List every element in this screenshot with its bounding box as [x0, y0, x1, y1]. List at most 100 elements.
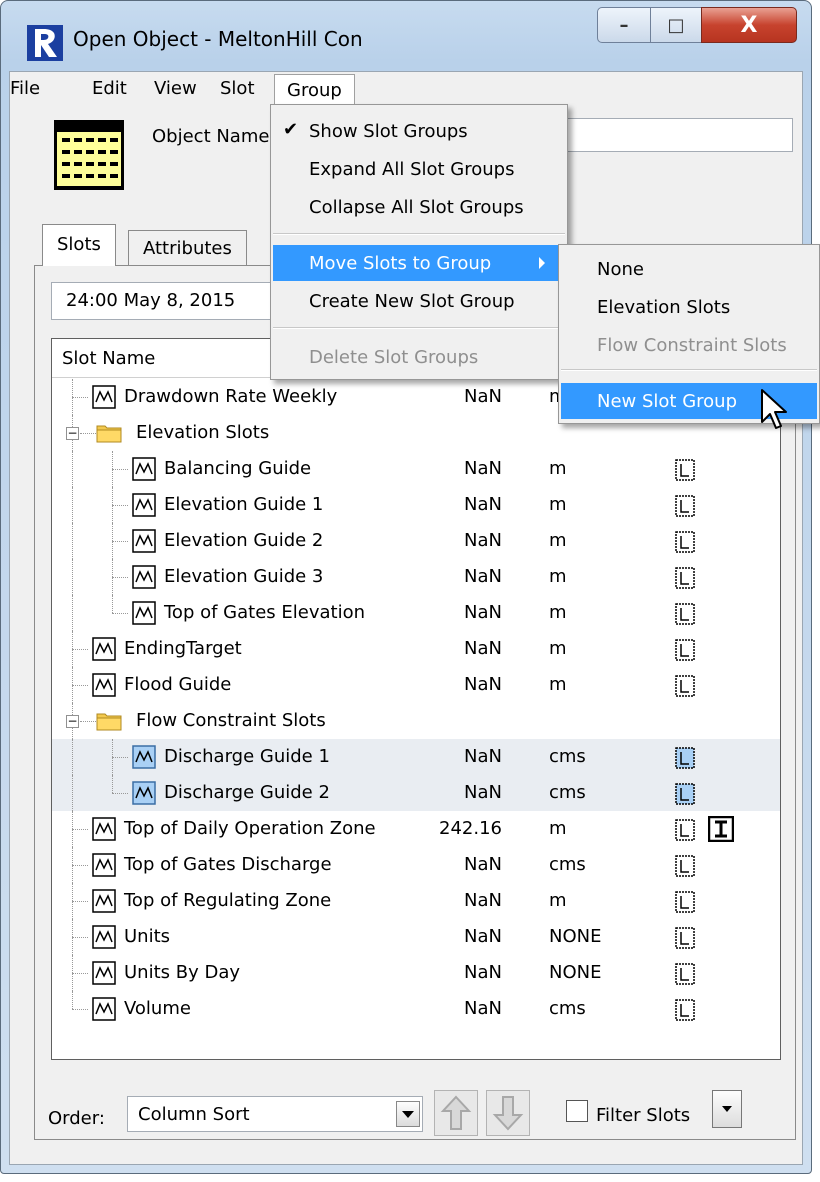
move-up-button[interactable] — [434, 1090, 478, 1136]
slot-units: cms — [549, 782, 586, 803]
slot-type-icon — [92, 637, 116, 661]
menu-file[interactable]: File — [10, 78, 40, 99]
slot-row[interactable]: Elevation Guide 2 NaN m — [52, 523, 780, 559]
menu-item-show-slot-groups[interactable]: ✔ Show Slot Groups — [273, 113, 565, 149]
menu-separator — [273, 327, 565, 329]
submenu-item-none[interactable]: None — [561, 251, 817, 287]
slot-value: NaN — [464, 566, 502, 587]
filter-slots-label[interactable]: Filter Slots — [596, 1105, 690, 1126]
menu-item-create-new-slot-group[interactable]: Create New Slot Group — [273, 283, 565, 319]
filter-slots-checkbox[interactable] — [566, 1100, 588, 1122]
slot-type-icon — [92, 385, 116, 409]
menu-item-collapse-all-slot-groups[interactable]: Collapse All Slot Groups — [273, 189, 565, 225]
slot-type-icon — [92, 997, 116, 1021]
slot-list[interactable]: Slot Name Drawdown Rate Weekly NaN m − Eleva… — [51, 338, 781, 1060]
slot-row[interactable]: Elevation Guide 1 NaN m — [52, 487, 780, 523]
series-slot-icon — [674, 602, 696, 626]
object-name-field[interactable] — [546, 118, 793, 152]
group-name: Elevation Slots — [136, 422, 270, 443]
chevron-down-icon — [722, 1106, 732, 1112]
tab-slots[interactable]: Slots — [42, 224, 116, 266]
slot-row[interactable]: Discharge Guide 2 NaN cms — [52, 775, 780, 811]
slot-row[interactable]: Balancing Guide NaN m — [52, 451, 780, 487]
menu-item-label: Move Slots to Group — [309, 253, 492, 274]
series-slot-icon — [674, 566, 696, 590]
slot-row[interactable]: Elevation Guide 3 NaN m — [52, 559, 780, 595]
slot-units: m — [549, 890, 567, 911]
chevron-down-icon — [402, 1111, 414, 1118]
maximize-icon: □ — [667, 14, 685, 36]
series-slot-icon — [674, 782, 696, 806]
collapse-toggle[interactable]: − — [66, 715, 79, 728]
slot-row[interactable]: Top of Gates Discharge NaN cms — [52, 847, 780, 883]
slot-value: NaN — [464, 386, 502, 407]
menu-view[interactable]: View — [154, 78, 197, 99]
menu-edit[interactable]: Edit — [92, 78, 127, 99]
collapse-toggle[interactable]: − — [66, 427, 79, 440]
order-label: Order: — [48, 1108, 105, 1129]
slot-row[interactable]: Units NaN NONE — [52, 919, 780, 955]
slot-row[interactable]: Top of Regulating Zone NaN m — [52, 883, 780, 919]
slot-name: Elevation Guide 2 — [164, 530, 324, 551]
slot-type-icon — [132, 565, 156, 589]
menu-item-label: New Slot Group — [597, 391, 738, 412]
menu-group[interactable]: Group — [274, 74, 355, 106]
tree-line — [112, 595, 113, 613]
slot-name-column-header[interactable]: Slot Name — [62, 348, 155, 369]
submenu-item-elevation-slots[interactable]: Elevation Slots — [561, 289, 817, 325]
slot-name: Top of Daily Operation Zone — [124, 818, 376, 839]
slot-value: NaN — [464, 530, 502, 551]
slot-units: NONE — [549, 962, 602, 983]
folder-icon — [96, 711, 122, 731]
menu-separator — [273, 233, 565, 235]
title-bar[interactable]: Open Object - MeltonHill Con – □ X — [1, 1, 811, 61]
slot-type-icon — [92, 817, 116, 841]
slot-value: NaN — [464, 854, 502, 875]
series-slot-icon — [674, 458, 696, 482]
minimize-button[interactable]: – — [597, 7, 651, 43]
slot-row[interactable]: EndingTarget NaN m — [52, 631, 780, 667]
slot-type-icon — [92, 853, 116, 877]
maximize-button[interactable]: □ — [650, 7, 702, 43]
slot-row[interactable]: Flood Guide NaN m — [52, 667, 780, 703]
slot-value: NaN — [464, 962, 502, 983]
tree-line — [72, 937, 88, 938]
slot-row[interactable]: Top of Daily Operation Zone 242.16 m — [52, 811, 780, 847]
tree-line — [72, 991, 73, 1009]
menu-slot[interactable]: Slot — [220, 78, 255, 99]
close-button[interactable]: X — [701, 7, 797, 43]
series-slot-icon — [674, 674, 696, 698]
slot-row[interactable]: Top of Gates Elevation NaN m — [52, 595, 780, 631]
timestep-date-field[interactable]: 24:00 May 8, 2015 — [51, 282, 281, 320]
move-down-button[interactable] — [486, 1090, 530, 1136]
slot-group-row[interactable]: − Flow Constraint Slots — [52, 703, 780, 739]
minimize-icon: – — [619, 14, 629, 36]
slot-units: cms — [549, 746, 586, 767]
slot-row[interactable]: Units By Day NaN NONE — [52, 955, 780, 991]
order-select[interactable]: Column Sort — [127, 1096, 423, 1132]
tree-line — [112, 505, 128, 506]
slot-name: Volume — [124, 998, 191, 1019]
menu-item-move-slots-to-group[interactable]: Move Slots to Group — [273, 245, 565, 281]
order-select-value: Column Sort — [138, 1104, 250, 1125]
slot-units: m — [549, 530, 567, 551]
menu-bar: File Edit View Slot Group — [10, 72, 802, 106]
order-dropdown-button[interactable] — [396, 1101, 420, 1127]
slot-row[interactable]: Discharge Guide 1 NaN cms — [52, 739, 780, 775]
slot-units: m — [549, 818, 567, 839]
slot-units: m — [549, 674, 567, 695]
slot-row[interactable]: Volume NaN cms — [52, 991, 780, 1027]
tree-line — [80, 433, 96, 434]
tree-line — [72, 829, 88, 830]
filter-options-button[interactable] — [712, 1090, 742, 1128]
tab-attributes[interactable]: Attributes — [128, 230, 247, 266]
slot-name: Balancing Guide — [164, 458, 312, 479]
tree-line — [72, 901, 88, 902]
group-menu-popup: ✔ Show Slot Groups Expand All Slot Group… — [270, 104, 568, 380]
menu-item-expand-all-slot-groups[interactable]: Expand All Slot Groups — [273, 151, 565, 187]
input-flag-icon — [707, 815, 735, 843]
mouse-pointer-icon — [761, 389, 787, 429]
menu-item-label: Collapse All Slot Groups — [309, 197, 524, 218]
slot-name: Units By Day — [124, 962, 241, 983]
slot-units: m — [549, 638, 567, 659]
